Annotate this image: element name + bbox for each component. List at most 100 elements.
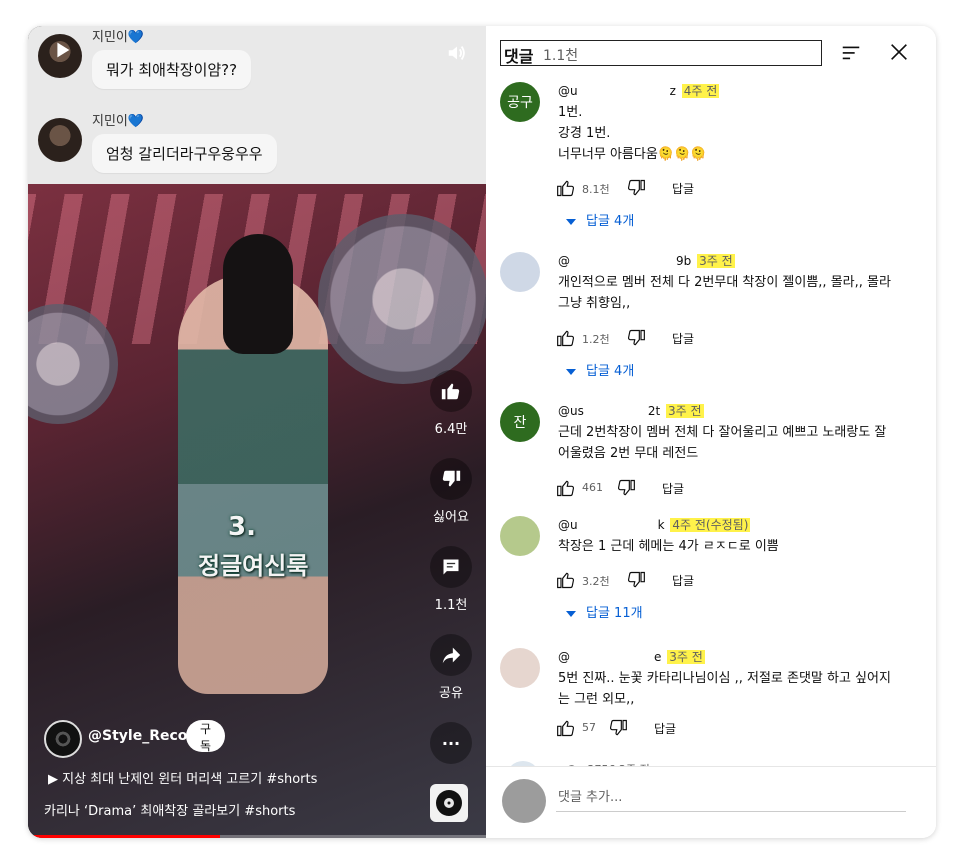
panel-comment-count: 1.1천 [543,48,579,64]
chat-bubble: 엄청 갈리더라구우웅우우 [92,134,277,173]
comment-time[interactable]: 4주 전 [681,84,720,98]
reply-button[interactable]: 답글 [662,480,684,497]
volume-icon[interactable] [446,42,468,64]
author-suffix: k [657,518,665,532]
chat-name: 지민이💙 [92,114,145,129]
chat-name: 지민이💙 [92,30,145,45]
like-icon[interactable] [556,570,576,590]
comment-time[interactable]: 3주 전 [666,404,704,418]
share-icon [442,647,461,664]
replies-toggle[interactable]: 답글 4개 [566,360,634,379]
author-prefix: @ [558,650,570,664]
dislike-button[interactable]: 싫어요 [426,458,476,525]
add-comment-bar [486,766,936,838]
comment-text: 착장은 1 근데 헤메는 4가 ㄹㅈㄷ로 이쁨 [558,539,779,554]
dislike-label: 싫어요 [433,510,469,525]
play-icon[interactable] [51,39,73,61]
playlist-link[interactable]: ▶ 지상 최대 난제인 윈터 머리색 고르기 #shorts [48,768,317,787]
thumbs-down-icon [442,470,461,487]
chevron-down-icon [566,610,576,617]
user-avatar [502,779,546,823]
comment-time[interactable]: 3주 전 [667,650,705,664]
comment-text: 개인적으로 멤버 전체 다 2번무대 착장이 젤이쁨,, 몰라,, 몰라 그냥 … [558,275,891,311]
thumbs-up-icon [441,383,460,400]
replies-toggle[interactable]: 답글 11개 [566,602,643,621]
caption-text: 정글여신룩 [198,552,309,580]
chevron-down-icon [566,218,576,225]
comment-text: 근데 2번착장이 멤버 전체 다 잘어울리고 예쁘고 노래랑도 잘어울렸음 2번… [558,425,887,461]
sound-thumbnail[interactable] [430,784,468,822]
comment-count: 1.1천 [434,598,468,613]
like-count: 57 [582,721,596,734]
video-player[interactable]: 지민이💙 뭐가 최애착장이얌?? 지민이💙 엄청 갈리더라구우웅우우 3. 정글… [28,26,486,838]
panel-header: 댓글 1.1천 [500,40,822,66]
reply-button[interactable]: 답글 [672,572,694,589]
caption-number: 3. [228,512,256,542]
comment-avatar[interactable]: 잔 [500,402,540,442]
comment-author[interactable]: @u z 4주 전 [558,82,720,99]
like-count: 8.1천 [582,183,610,196]
comment-avatar[interactable] [500,516,540,556]
like-button[interactable]: 6.4만 [426,370,476,437]
author-prefix: @ [558,254,570,268]
panel-title: 댓글 [504,47,534,66]
comment-icon [443,559,459,575]
dislike-icon[interactable] [608,718,628,738]
author-prefix: @us [558,404,584,418]
author-prefix: @u [558,84,578,98]
comment-avatar[interactable] [500,252,540,292]
reply-button[interactable]: 답글 [672,330,694,347]
close-icon[interactable] [888,41,910,63]
comment-text: 5번 진짜.. 눈꽃 카타리나님이심 ,, 저절로 존댓말 하고 싶어지는 그런… [558,671,891,707]
author-prefix: @u [558,518,578,532]
replies-label: 답글 4개 [586,214,635,229]
like-icon[interactable] [556,328,576,348]
like-icon[interactable] [556,718,576,738]
dislike-icon[interactable] [626,178,646,198]
subscribe-button[interactable]: 구독 [186,720,226,753]
progress-bar[interactable] [28,835,486,838]
add-comment-input[interactable] [556,783,906,812]
comment-author[interactable]: @9b 3주 전 [558,252,735,269]
reply-button[interactable]: 답글 [672,180,694,197]
comment-time[interactable]: 4주 전(수정됨) [670,518,751,532]
channel-avatar[interactable] [44,720,82,758]
more-button[interactable]: ··· [426,722,476,770]
chat-avatar [38,118,82,162]
replies-toggle[interactable]: 답글 4개 [566,210,634,229]
author-suffix: z [669,84,676,98]
shorts-card: 지민이💙 뭐가 최애착장이얌?? 지민이💙 엄청 갈리더라구우웅우우 3. 정글… [28,26,936,838]
performer-hair [223,234,293,354]
like-icon[interactable] [556,178,576,198]
chevron-down-icon [566,368,576,375]
replies-label: 답글 11개 [586,606,643,621]
comment-avatar[interactable] [500,648,540,688]
comment-author[interactable]: @u k 4주 전(수정됨) [558,516,751,533]
like-count: 461 [582,481,603,494]
progress-fill [28,835,221,838]
author-suffix: 2t [647,404,661,418]
replies-label: 답글 4개 [586,364,635,379]
comment-author[interactable]: @ e 3주 전 [558,648,705,665]
dislike-icon[interactable] [626,328,646,348]
comments-button[interactable]: 1.1천 [426,546,476,613]
share-label: 공유 [439,686,463,701]
like-count: 6.4만 [434,422,468,437]
share-button[interactable]: 공유 [426,634,476,701]
video-title[interactable]: 카리나 ‘Drama’ 최애착장 골라보기 #shorts [44,800,295,819]
author-redacted [570,255,676,265]
sort-icon[interactable] [840,42,862,64]
comment-avatar[interactable]: 공구 [500,82,540,122]
like-count: 3.2천 [582,575,610,588]
stage-disc [318,214,486,384]
like-count: 1.2천 [582,333,610,346]
dislike-icon[interactable] [626,570,646,590]
reply-button[interactable]: 답글 [654,720,676,737]
comment-author[interactable]: @us 2t 3주 전 [558,402,704,419]
comment-time[interactable]: 3주 전 [697,254,735,268]
author-suffix: 9b [676,254,692,268]
like-icon[interactable] [556,478,576,498]
record-icon [436,790,462,816]
dislike-icon[interactable] [616,478,636,498]
comments-panel: 댓글 1.1천 공구 @u z 4주 전 1번. 강경 1번. 너무너무 아름다움… [486,26,936,838]
